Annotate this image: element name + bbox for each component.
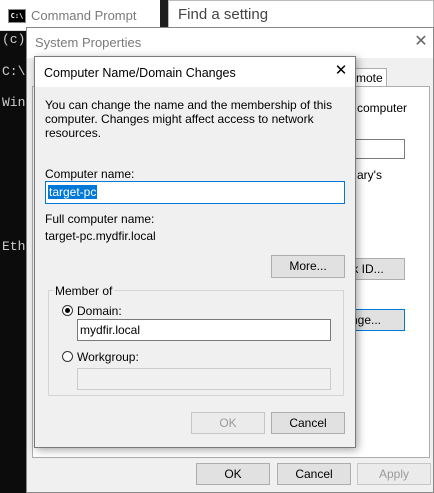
workgroup-label[interactable]: Workgroup: [77, 350, 139, 364]
domain-radio[interactable] [62, 305, 73, 316]
cmd-line: (c) [2, 32, 26, 47]
ok-button[interactable]: OK [196, 463, 270, 485]
system-properties-title: System Properties [35, 35, 142, 50]
computer-name-domain-dialog: Computer Name/Domain Changes ✕ You can c… [34, 56, 356, 448]
domain-input[interactable]: mydfir.local [77, 319, 331, 341]
dialog-close-icon[interactable]: ✕ [331, 61, 351, 81]
computer-name-input[interactable]: target-pc [45, 181, 345, 204]
partial-label-computer: computer [357, 101, 408, 115]
dialog-description: You can change the name and the membersh… [45, 98, 333, 140]
cancel-button[interactable]: Cancel [277, 463, 351, 485]
dialog-titlebar[interactable]: Computer Name/Domain Changes ✕ [35, 57, 355, 87]
find-setting-search-input[interactable]: Find a setting [168, 0, 434, 28]
dialog-cancel-button[interactable]: Cancel [271, 412, 345, 434]
system-properties-close-icon[interactable]: ✕ [411, 32, 431, 52]
radio-selected-dot [65, 308, 70, 313]
command-prompt-icon: C:\ [8, 9, 26, 23]
more-button[interactable]: More... [271, 255, 345, 278]
full-computer-name-label: Full computer name: [45, 212, 155, 226]
member-of-legend: Member of [53, 284, 115, 298]
apply-button[interactable]: Apply [357, 463, 431, 485]
domain-label[interactable]: Domain: [77, 304, 122, 318]
full-computer-name-value: target-pc.mydfir.local [45, 229, 156, 243]
computer-name-value: target-pc [48, 185, 98, 199]
dialog-title: Computer Name/Domain Changes [44, 66, 236, 80]
workgroup-radio[interactable] [62, 351, 73, 362]
workgroup-input[interactable] [77, 368, 331, 390]
computer-name-label: Computer name: [45, 167, 135, 181]
command-prompt-title: Command Prompt [31, 8, 137, 23]
system-properties-titlebar[interactable]: System Properties ✕ [27, 28, 433, 58]
cmd-line: C:\ [2, 64, 26, 79]
partial-label-library: ary's [357, 168, 382, 182]
dialog-ok-button[interactable]: OK [191, 412, 265, 434]
